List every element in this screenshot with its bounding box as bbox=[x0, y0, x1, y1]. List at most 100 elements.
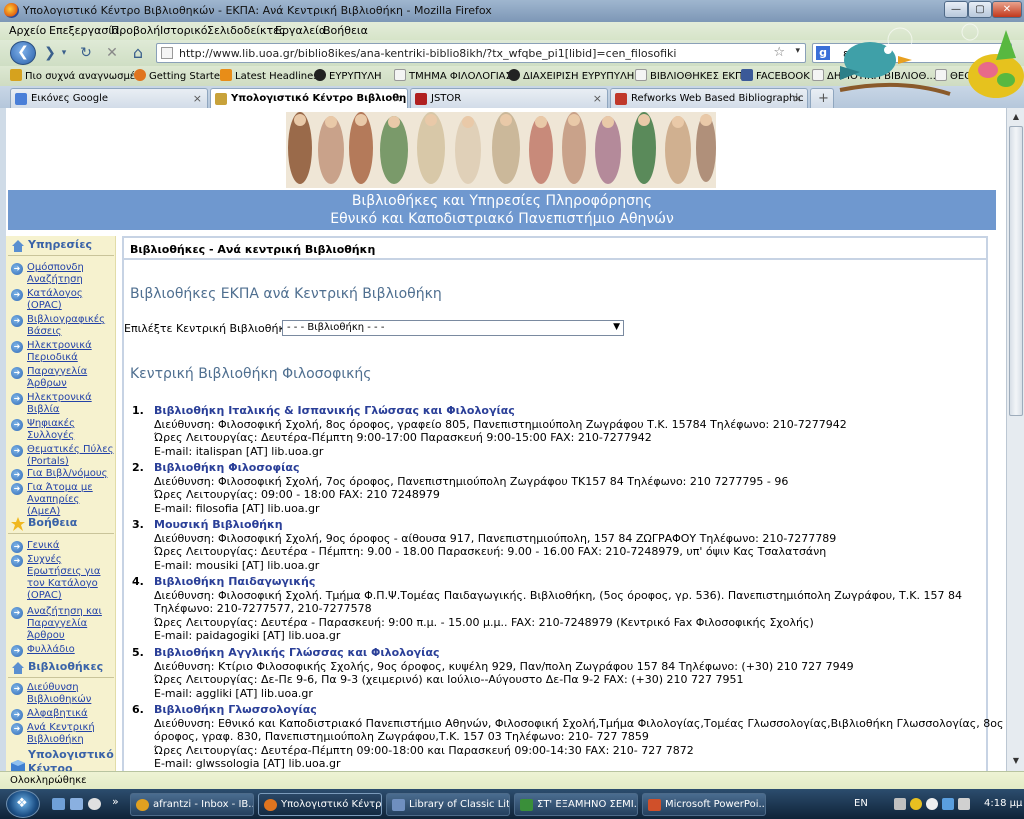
close-tab-icon[interactable]: × bbox=[393, 92, 402, 105]
tab-refworks[interactable]: Refworks Web Based Bibliographic ... × bbox=[610, 88, 808, 108]
jstor-icon bbox=[415, 93, 427, 105]
quicklaunch-more-icon[interactable]: » bbox=[112, 795, 119, 808]
scroll-down-icon[interactable]: ▼ bbox=[1009, 754, 1023, 768]
sidebar-item-general[interactable]: ➜ Γενικά bbox=[8, 540, 114, 553]
bookmark-latest-headlines[interactable]: Latest Headlines bbox=[220, 69, 319, 82]
bookmark-getting-started[interactable]: Getting Started bbox=[134, 69, 226, 82]
library-name-link[interactable]: Βιβλιοθήκη Ιταλικής & Ισπανικής Γλώσσας … bbox=[154, 404, 515, 418]
close-tab-icon[interactable]: × bbox=[593, 92, 602, 105]
sidebar-item-portals[interactable]: ➜ Θεματικές Πύλες (Portals) bbox=[8, 444, 114, 468]
taskbar-item-semester[interactable]: ΣΤ' ΕΞΑΜΗΝΟ ΣΕΜΙ... bbox=[514, 793, 638, 816]
library-email: E-mail: italispan [AT] lib.uoa.gr bbox=[154, 444, 324, 458]
library-name-link[interactable]: Βιβλιοθήκη Αγγλικής Γλώσσας και Φιλολογί… bbox=[154, 646, 440, 660]
sidebar-item-ejournals[interactable]: ➜ Ηλεκτρονικά Περιοδικά bbox=[8, 340, 114, 364]
quicklaunch-app-icon[interactable] bbox=[88, 798, 101, 810]
search-icon[interactable]: ⌕ bbox=[1000, 45, 1007, 60]
forward-button[interactable]: ❯ bbox=[42, 43, 58, 63]
sidebar-item-alphabetical[interactable]: ➜ Αλφαβητικά bbox=[8, 708, 114, 721]
sidebar-item-article-order[interactable]: ➜ Παραγγελία Άρθρων bbox=[8, 366, 114, 390]
search-value[interactable]: εικόνες bbox=[843, 47, 884, 60]
library-name-link[interactable]: Βιβλιοθήκη Φιλοσοφίας bbox=[154, 461, 299, 475]
clock[interactable]: 4:18 μμ bbox=[984, 798, 1022, 809]
url-text[interactable]: http://www.lib.uoa.gr/biblio8ikes/ana-ke… bbox=[179, 47, 676, 60]
sidebar-item-federated-search[interactable]: ➜ Ομόσπονδη Αναζήτηση bbox=[8, 262, 114, 286]
menu-history[interactable]: Ιστορικό bbox=[160, 24, 208, 37]
sidebar-item-faq-catalog[interactable]: ➜ Συχνές Ερωτήσεις για τον Κατάλογο (OPAC… bbox=[8, 554, 114, 602]
bookmark-philology-dept[interactable]: ΤΜΗΜΑ ΦΙΛΟΛΟΓΙΑΣ bbox=[394, 69, 512, 82]
sidebar-item-libraries-directorate[interactable]: ➜ Διεύθυνση Βιβλιοθηκών bbox=[8, 682, 114, 706]
bookmark-municipal-library[interactable]: ΔΗΜΟΤΙΚΗ ΒΙΒΛΙΟΘ... bbox=[812, 69, 936, 82]
library-name-link[interactable]: Μουσική Βιβλιοθήκη bbox=[154, 518, 283, 532]
bookmark-facebook[interactable]: FACEBOOK bbox=[741, 69, 810, 82]
sidebar-item-accessibility[interactable]: ➜ Για Άτομα με Αναπηρίες (ΑμεΑ) bbox=[8, 482, 114, 518]
menu-view[interactable]: Προβολή bbox=[111, 24, 160, 37]
menu-help[interactable]: Βοήθεια bbox=[323, 24, 368, 37]
tab-computing-center[interactable]: Υπολογιστικό Κέντρο Βιβλιοθηκ... × bbox=[210, 88, 408, 109]
sidebar-item-article-search-order[interactable]: ➜ Αναζήτηση και Παραγγελία Άρθρου bbox=[8, 606, 114, 642]
bookmark-most-visited[interactable]: Πιο συχνά αναγνωσμέ... bbox=[10, 69, 145, 82]
sidebar-item-for-librarians[interactable]: ➜ Για Βιβλ/νόμους bbox=[8, 468, 114, 481]
url-dropdown-icon[interactable]: ▾ bbox=[795, 46, 800, 56]
sidebar-item-leaflet[interactable]: ➜ Φυλλάδιο bbox=[8, 644, 114, 657]
sidebar-item-bibliographic-databases[interactable]: ➜ Βιβλιογραφικές Βάσεις bbox=[8, 314, 114, 338]
menu-bookmarks[interactable]: Σελιδοδείκτες bbox=[207, 24, 286, 37]
tab-google-images[interactable]: Εικόνες Google × bbox=[10, 88, 208, 108]
language-indicator[interactable]: EN bbox=[854, 798, 868, 809]
arrow-icon: ➜ bbox=[11, 445, 23, 457]
stop-button[interactable]: ✕ bbox=[102, 43, 122, 63]
sidebar-item-digital-collections[interactable]: ➜ Ψηφιακές Συλλογές bbox=[8, 418, 114, 442]
switch-windows-icon[interactable] bbox=[70, 798, 83, 810]
network-icon[interactable] bbox=[942, 798, 954, 810]
taskbar-item-library-classic[interactable]: Library of Classic Lit... bbox=[386, 793, 510, 816]
star-icon bbox=[11, 517, 25, 531]
sidebar-item-catalog[interactable]: ➜ Κατάλογος (OPAC) bbox=[8, 288, 114, 312]
url-bar[interactable]: http://www.lib.uoa.gr/biblio8ikes/ana-ke… bbox=[156, 43, 806, 63]
vertical-scrollbar[interactable]: ▲ ▼ bbox=[1006, 108, 1024, 771]
central-library-select[interactable]: - - - Βιβλιοθήκη - - - ▼ bbox=[282, 320, 624, 336]
library-hours: Ώρες Λειτουργίας: Δευτέρα - Παρασκευή: 9… bbox=[154, 615, 814, 629]
minimize-button[interactable]: — bbox=[944, 1, 968, 18]
close-tab-icon[interactable]: × bbox=[793, 92, 802, 105]
menu-tools[interactable]: Εργαλεία bbox=[275, 24, 326, 37]
sidebar-section-services: Υπηρεσίες bbox=[8, 238, 114, 256]
chevron-down-icon[interactable]: ▼ bbox=[613, 322, 620, 332]
taskbar-item-firefox[interactable]: Υπολογιστικό Κέντρ... bbox=[258, 793, 382, 816]
reload-button[interactable]: ↻ bbox=[76, 43, 96, 63]
bookmark-eurypyli-admin[interactable]: ΔΙΑΧΕΙΡΙΣΗ ΕΥΡΥΠΥΛΗΣ bbox=[508, 69, 641, 82]
bookmark-eurypyli[interactable]: ΕΥΡΥΠΥΛΗ bbox=[314, 69, 382, 82]
search-engine-icon[interactable]: g bbox=[816, 46, 830, 60]
maximize-button[interactable]: ▢ bbox=[968, 1, 992, 18]
arrow-icon: ➜ bbox=[11, 541, 23, 553]
close-window-button[interactable]: ✕ bbox=[992, 1, 1022, 18]
show-desktop-icon[interactable] bbox=[52, 798, 65, 810]
bookmark-theodorou[interactable]: ΘΕΟΔΩΡΟΥ bbox=[935, 69, 1007, 82]
tab-jstor[interactable]: JSTOR × bbox=[410, 88, 608, 108]
scroll-up-icon[interactable]: ▲ bbox=[1009, 110, 1023, 124]
taskbar-item-inbox[interactable]: afrantzi - Inbox - IB... bbox=[130, 793, 254, 816]
library-entry: 4. Βιβλιοθήκη Παιδαγωγικής Διεύθυνση: Φι… bbox=[132, 575, 982, 645]
menu-edit[interactable]: Επεξεργασία bbox=[49, 24, 119, 37]
menu-file[interactable]: Αρχείο bbox=[9, 24, 46, 37]
volume-icon[interactable] bbox=[958, 798, 970, 810]
scroll-thumb[interactable] bbox=[1009, 126, 1023, 416]
library-name-link[interactable]: Βιβλιοθήκη Γλωσσολογίας bbox=[154, 703, 317, 717]
library-name-link[interactable]: Βιβλιοθήκη Παιδαγωγικής bbox=[154, 575, 315, 589]
close-tab-icon[interactable]: × bbox=[193, 92, 202, 105]
taskbar-item-powerpoint[interactable]: Microsoft PowerPoi... bbox=[642, 793, 766, 816]
tray-arrow-icon[interactable] bbox=[894, 798, 906, 810]
section-title: Κεντρική Βιβλιοθήκη Φιλοσοφικής bbox=[130, 366, 372, 382]
back-button[interactable]: ❮ bbox=[10, 41, 36, 65]
app-tray-icon[interactable] bbox=[926, 798, 938, 810]
home-button[interactable]: ⌂ bbox=[128, 43, 148, 63]
start-button[interactable]: ❖ bbox=[6, 790, 40, 818]
new-tab-button[interactable]: + bbox=[810, 88, 834, 108]
arrow-icon: ➜ bbox=[11, 315, 23, 327]
entry-number: 6. bbox=[132, 703, 144, 716]
history-dropdown-icon[interactable]: ▾ bbox=[58, 43, 70, 63]
search-input[interactable]: g εικόνες ⌕ bbox=[812, 43, 1012, 63]
bookmark-star-icon[interactable]: ☆ bbox=[773, 45, 785, 60]
sidebar-item-by-central-library[interactable]: ➜ Ανά Κεντρική Βιβλιοθήκη bbox=[8, 722, 114, 746]
security-icon[interactable] bbox=[910, 798, 922, 810]
sidebar-item-ebooks[interactable]: ➜ Ηλεκτρονικά Βιβλία bbox=[8, 392, 114, 416]
bookmark-uoa-libraries[interactable]: ΒΙΒΛΙΟΘΗΚΕΣ ΕΚΠΑ bbox=[635, 69, 749, 82]
